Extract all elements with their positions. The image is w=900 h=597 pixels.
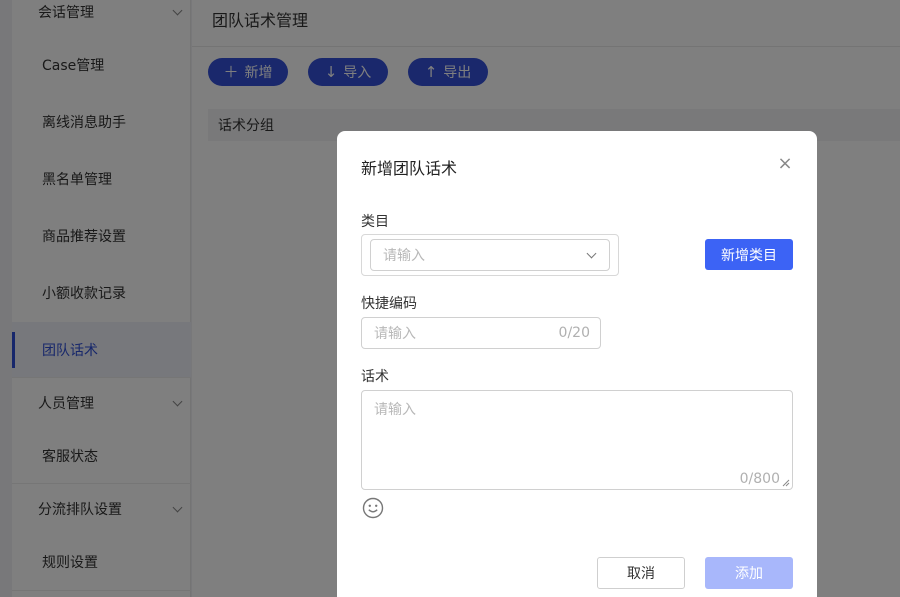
chevron-down-icon — [586, 248, 597, 259]
shortcut-char-counter: 0/20 — [558, 325, 590, 341]
emoji-icon[interactable] — [362, 497, 384, 519]
script-textarea[interactable]: 请输入 0/800 — [361, 390, 793, 490]
close-icon[interactable]: × — [777, 155, 793, 173]
shortcut-placeholder: 请输入 — [374, 326, 416, 342]
category-placeholder: 请输入 — [383, 248, 425, 264]
add-team-script-dialog: 新增团队话术 × 类目 请输入 新增类目 快捷编码 请输入 0/20 话术 请输… — [337, 131, 817, 597]
submit-add-button[interactable]: 添加 — [705, 557, 793, 589]
shortcut-label: 快捷编码 — [361, 296, 417, 312]
resize-handle-icon[interactable] — [782, 479, 790, 487]
category-field: 请输入 — [361, 234, 619, 276]
script-label: 话术 — [361, 369, 389, 385]
add-category-button[interactable]: 新增类目 — [705, 239, 793, 270]
dialog-title: 新增团队话术 — [361, 159, 458, 178]
cancel-button[interactable]: 取消 — [597, 557, 685, 589]
category-select[interactable]: 请输入 — [370, 239, 610, 271]
script-placeholder: 请输入 — [374, 402, 416, 418]
shortcut-input[interactable]: 请输入 0/20 — [361, 317, 601, 349]
script-char-counter: 0/800 — [739, 471, 780, 487]
category-label: 类目 — [361, 214, 389, 230]
